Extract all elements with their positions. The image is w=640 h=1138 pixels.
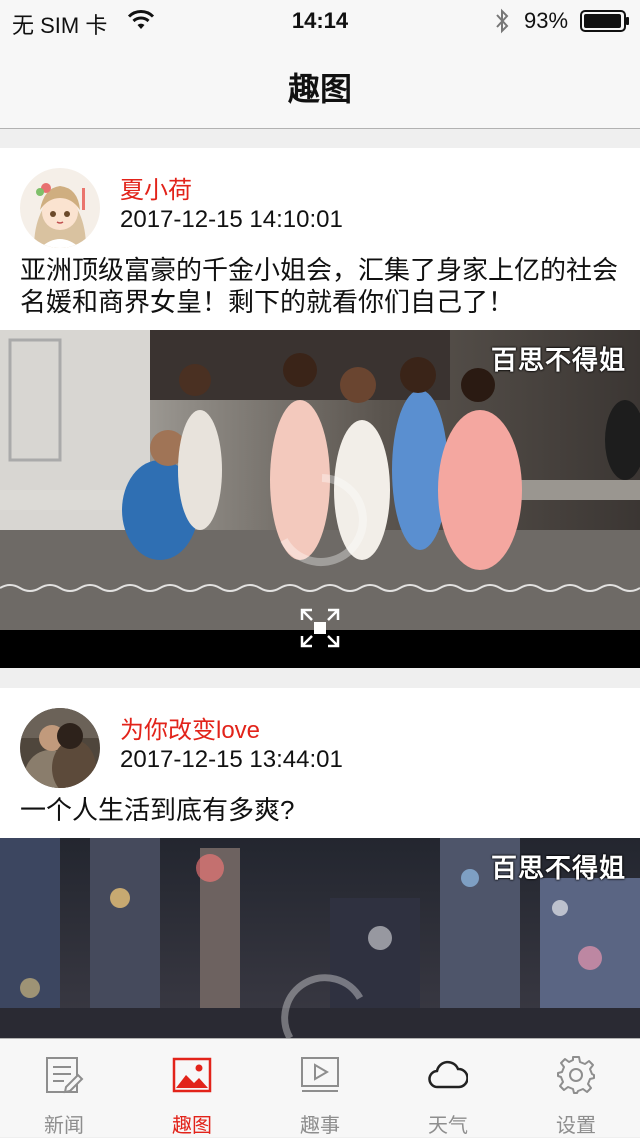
post-text: 亚洲顶级富豪的千金小姐会，汇集了身家上亿的社会名媛和商界女皇！剩下的就看你们自己…: [20, 255, 619, 317]
loading-spinner-icon: [280, 474, 367, 566]
page-title: 趣图: [287, 71, 352, 107]
picture-icon: [172, 1057, 212, 1093]
tab-bar: 新闻 趣图 趣事 天气 设置: [0, 1038, 640, 1137]
post-timestamp: 2017-12-15 14:10:01: [120, 206, 343, 233]
post-timestamp: 2017-12-15 13:44:01: [120, 746, 343, 773]
post-header: 夏小荷 2017-12-15 14:10:01: [0, 148, 640, 248]
video-icon: [301, 1057, 339, 1092]
avatar[interactable]: [20, 168, 100, 248]
tab-label: 趣事: [300, 1115, 340, 1137]
news-icon: [46, 1057, 84, 1094]
feed-list[interactable]: 夏小荷 2017-12-15 14:10:01 亚洲顶级富豪的千金小姐会，汇集了…: [0, 148, 640, 1038]
post-text: 一个人生活到底有多爽?: [20, 795, 295, 825]
bluetooth-icon: [496, 8, 509, 34]
watermark-text: 百思不得姐: [490, 345, 626, 375]
post-video[interactable]: 百思不得姐: [0, 838, 640, 1038]
avatar[interactable]: [20, 708, 100, 788]
username[interactable]: 夏小荷: [120, 170, 192, 205]
nav-bar: 趣图: [0, 40, 640, 129]
post-header: 为你改变love 2017-12-15 13:44:01: [0, 688, 640, 788]
cloud-icon: [428, 1060, 468, 1089]
tab-label: 新闻: [44, 1115, 84, 1137]
tab-label: 设置: [556, 1115, 596, 1137]
battery-icon: [580, 10, 629, 32]
battery-percent: 93%: [524, 8, 569, 33]
fullscreen-icon[interactable]: [300, 608, 340, 648]
status-bar: 无 SIM 卡 14:14 93%: [0, 0, 640, 40]
tab-label: 趣图: [172, 1115, 212, 1137]
gear-icon: [557, 1056, 595, 1094]
tab-stories[interactable]: 趣事: [256, 1039, 384, 1137]
anime-avatar-image: [20, 168, 100, 248]
tab-pictures[interactable]: 趣图: [128, 1039, 256, 1137]
tab-label: 天气: [428, 1115, 468, 1137]
post-card[interactable]: 夏小荷 2017-12-15 14:10:01 亚洲顶级富豪的千金小姐会，汇集了…: [0, 148, 640, 668]
post-video[interactable]: 百思不得姐: [0, 330, 640, 668]
couple-avatar-image: [20, 708, 100, 788]
username[interactable]: 为你改变love: [120, 710, 260, 745]
tab-news[interactable]: 新闻: [0, 1039, 128, 1137]
watermark-text: 百思不得姐: [490, 853, 626, 883]
post-card[interactable]: 为你改变love 2017-12-15 13:44:01 一个人生活到底有多爽?: [0, 688, 640, 1038]
tab-settings[interactable]: 设置: [512, 1039, 640, 1137]
tab-weather[interactable]: 天气: [384, 1039, 512, 1137]
